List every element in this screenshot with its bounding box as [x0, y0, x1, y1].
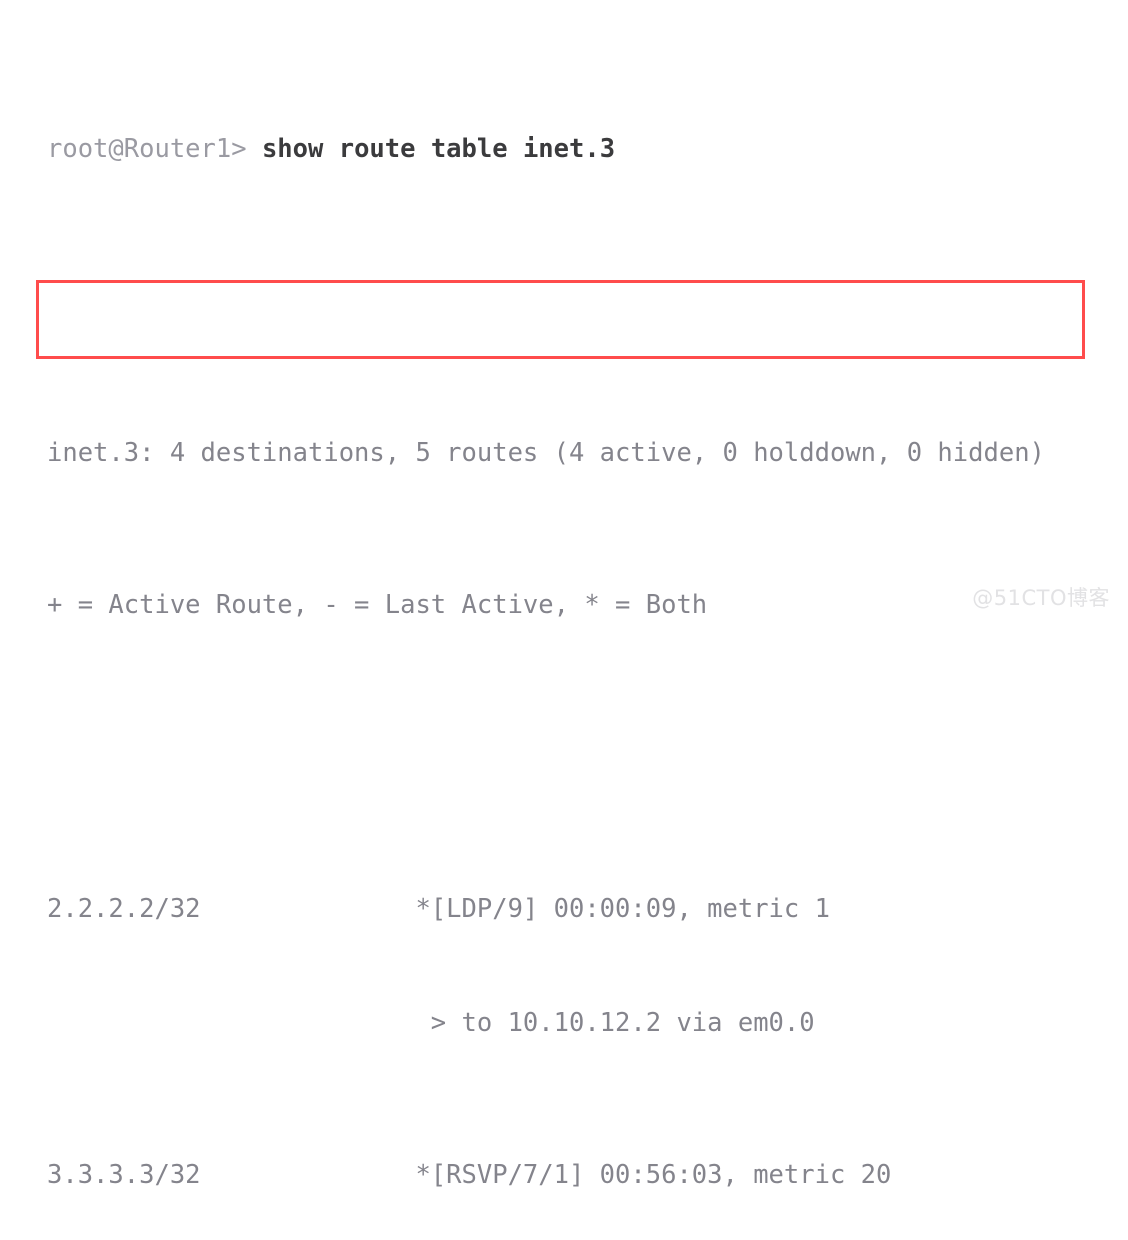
summary-line: inet.3: 4 destinations, 5 routes (4 acti… — [47, 438, 1045, 468]
command-text: show route table inet.3 — [261, 134, 616, 164]
command-line: root@Router1> show route table inet.3 — [47, 130, 1128, 168]
legend-line: + = Active Route, - = Last Active, * = B… — [47, 590, 708, 620]
terminal-window: root@Router1> show route table inet.3 in… — [0, 0, 1128, 1190]
terminal-output: root@Router1> show route table inet.3 in… — [47, 16, 1128, 1240]
shell-prompt: root@Router1> — [47, 134, 247, 164]
route-row-2-2-2-2-nexthop: > to 10.10.12.2 via em0.0 — [47, 1008, 815, 1038]
command-space — [247, 134, 262, 164]
route-row-2-2-2-2-protocol: 2.2.2.2/32 *[LDP/9] 00:00:09, metric 1 — [47, 894, 830, 924]
route-row-3-3-3-3-protocol: 3.3.3.3/32 *[RSVP/7/1] 00:56:03, metric … — [47, 1160, 892, 1190]
watermark: @51CTO博客 — [972, 586, 1110, 610]
